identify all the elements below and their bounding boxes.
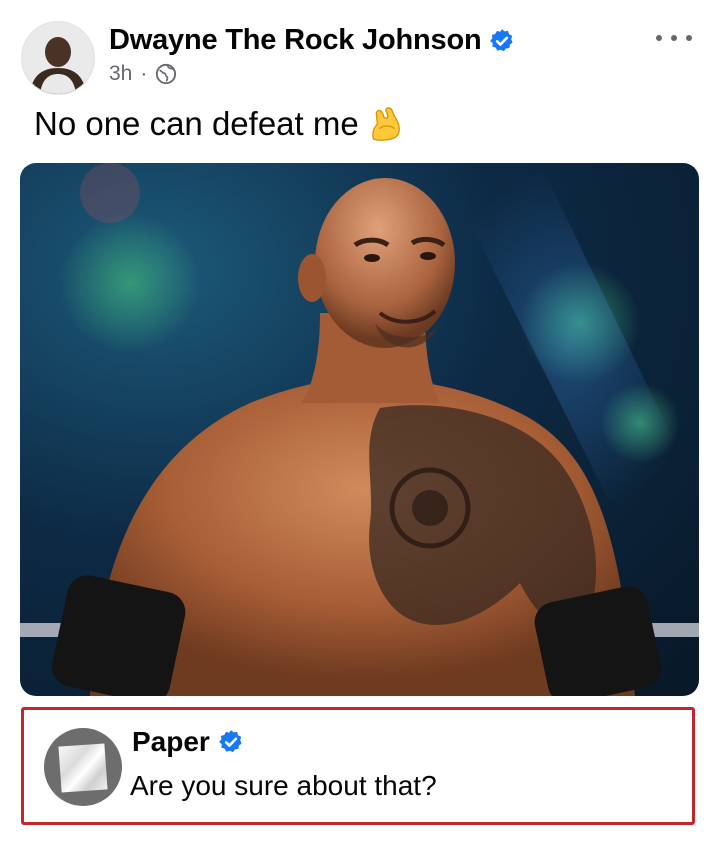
author-avatar[interactable] (21, 21, 95, 95)
globe-icon (156, 63, 177, 85)
commenter-avatar[interactable] (44, 728, 122, 806)
more-options-button[interactable] (656, 28, 692, 48)
post-text-row: No one can defeat me (34, 105, 405, 143)
commenter-name[interactable]: Paper (132, 726, 210, 758)
post-meta: 3h · (109, 62, 177, 86)
comment-text: Are you sure about that? (130, 770, 437, 801)
meta-separator: · (140, 62, 148, 85)
verified-badge-icon (490, 28, 514, 51)
highlighted-comment: Paper Are you sure about that? (21, 707, 695, 825)
crumpled-paper-icon (58, 743, 108, 793)
post-time[interactable]: 3h (109, 62, 132, 86)
commenter-name-row: Paper (132, 726, 244, 758)
post-photo[interactable] (20, 163, 699, 696)
dot-icon (686, 35, 692, 41)
dot-icon (656, 35, 662, 41)
author-name[interactable]: Dwayne The Rock Johnson (109, 24, 482, 57)
post-text: No one can defeat me (34, 105, 359, 142)
flexed-biceps-icon (371, 107, 400, 141)
verified-badge-icon (218, 730, 242, 753)
dot-icon (671, 35, 677, 41)
author-name-row: Dwayne The Rock Johnson (109, 24, 515, 57)
